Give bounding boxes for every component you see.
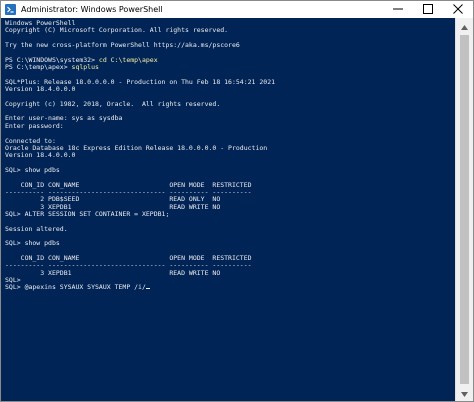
console-output-area[interactable]: Windows PowerShell Copyright (C) Microsof… (5, 20, 456, 401)
window-title: Administrator: Windows PowerShell (21, 5, 163, 14)
output-text: 3 XEPDB1 READ WRITE NO (5, 268, 221, 277)
output-text: Enter password: (5, 121, 64, 130)
powershell-icon[interactable] (5, 4, 16, 15)
console-text: Windows PowerShell Copyright (C) Microsof… (5, 20, 456, 292)
console-line: Enter password: (5, 121, 456, 130)
scroll-down-button[interactable] (456, 385, 473, 401)
maximize-icon (423, 3, 433, 16)
console-line: SQL> show pdbs (5, 165, 456, 174)
output-text: SQL> show pdbs (5, 239, 60, 248)
output-text: SQL> @apexins SYSAUX SYSAUX TEMP /i/ (5, 283, 146, 292)
title-bar[interactable]: Administrator: Windows PowerShell (1, 1, 473, 18)
console-line: Version 18.4.0.0.0 (5, 85, 456, 94)
console-line: 3 XEPDB1 READ WRITE NO (5, 268, 456, 277)
close-icon (453, 3, 463, 16)
minimize-button[interactable] (383, 1, 413, 18)
scrollbar-thumb[interactable] (460, 35, 469, 384)
output-text: SQL> show pdbs (5, 165, 60, 174)
console-line: Version 18.4.0.0.0 (5, 152, 456, 159)
maximize-button[interactable] (413, 1, 443, 18)
output-text: Copyright (c) 1982, 2018, Oracle. All ri… (5, 99, 221, 108)
output-text: Version 18.4.0.0.0 (5, 85, 76, 94)
scroll-up-icon (461, 17, 468, 35)
powershell-window: Administrator: Windows PowerShell Window… (0, 0, 474, 402)
console-line: Copyright (c) 1982, 2018, Oracle. All ri… (5, 99, 456, 108)
console-line: Session altered. (5, 224, 456, 233)
output-text: Try the new cross-platform PowerShell ht… (5, 41, 240, 50)
console-line: SQL> ALTER SESSION SET CONTAINER = XEPDB… (5, 209, 456, 218)
console-line: SQL> show pdbs (5, 240, 456, 247)
console-line: Copyright (C) Microsoft Corporation. All… (5, 27, 456, 34)
output-text: Version 18.4.0.0.0 (5, 151, 76, 160)
console-line: PS C:\temp\apex> sqlplus (5, 63, 456, 72)
console-line: Try the new cross-platform PowerShell ht… (5, 41, 456, 50)
console-line: SQL> @apexins SYSAUX SYSAUX TEMP /i/ (5, 284, 456, 291)
text-cursor (145, 287, 150, 290)
minimize-icon (393, 4, 403, 16)
command-text: cd C:\temp\apex (98, 55, 158, 64)
scroll-up-button[interactable] (456, 18, 473, 34)
output-text: Session altered. (5, 224, 68, 233)
scroll-down-icon (461, 384, 468, 401)
output-text: SQL> ALTER SESSION SET CONTAINER = XEPDB… (5, 209, 170, 218)
close-button[interactable] (443, 1, 473, 18)
output-text: Copyright (C) Microsoft Corporation. All… (5, 26, 229, 35)
vertical-scrollbar[interactable] (455, 18, 473, 401)
console-line: Enter user-name: sys as sysdba (5, 115, 456, 122)
command-text: sqlplus (71, 63, 99, 72)
prompt-text: PS C:\temp\apex> (5, 63, 72, 72)
